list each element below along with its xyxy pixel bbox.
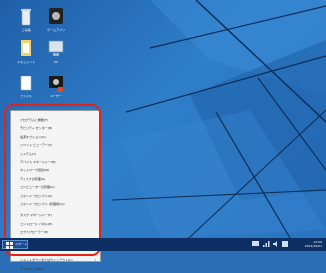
user-icon <box>49 76 63 92</box>
network-icon[interactable] <box>263 241 270 247</box>
menu-item-label: シャットダウンまたはサインアウト(U) <box>20 258 73 263</box>
highlight-annotation-ring <box>4 104 101 256</box>
desktop-icon-computer[interactable]: PC <box>34 40 78 64</box>
game-app-icon <box>49 8 63 24</box>
document-folder-icon <box>21 40 31 56</box>
desktop-icon-user[interactable]: ユーザー <box>34 76 78 98</box>
menu-item-shutdown-signout[interactable]: シャットダウンまたはサインアウト(U) › <box>11 256 100 264</box>
taskbar: スタート 12:00 2014/10/01 <box>0 238 326 251</box>
ime-icon[interactable] <box>282 241 288 247</box>
volume-icon[interactable] <box>273 241 280 247</box>
desktop-icon-label: PC <box>54 60 58 64</box>
desktop-icon-label: ユーザー <box>50 94 62 98</box>
taskbar-clock[interactable]: 12:00 2014/10/01 <box>294 240 322 248</box>
windows-logo-icon <box>6 242 13 249</box>
start-button[interactable]: スタート <box>2 240 28 249</box>
computer-icon <box>48 40 64 56</box>
clock-date: 2014/10/01 <box>304 244 322 248</box>
system-tray: 12:00 2014/10/01 <box>252 238 322 251</box>
menu-item-desktop[interactable]: デスクトップ(D) <box>11 265 100 273</box>
desktop-icon-label: ゲームアプリ <box>47 28 65 32</box>
recycle-bin-icon <box>21 8 31 26</box>
start-button-label: スタート <box>15 242 28 246</box>
action-center-icon[interactable] <box>252 241 259 247</box>
desktop-icon-game-app[interactable]: ゲームアプリ <box>34 8 78 32</box>
file-icon <box>20 76 32 91</box>
submenu-arrow-icon: › <box>94 257 96 263</box>
